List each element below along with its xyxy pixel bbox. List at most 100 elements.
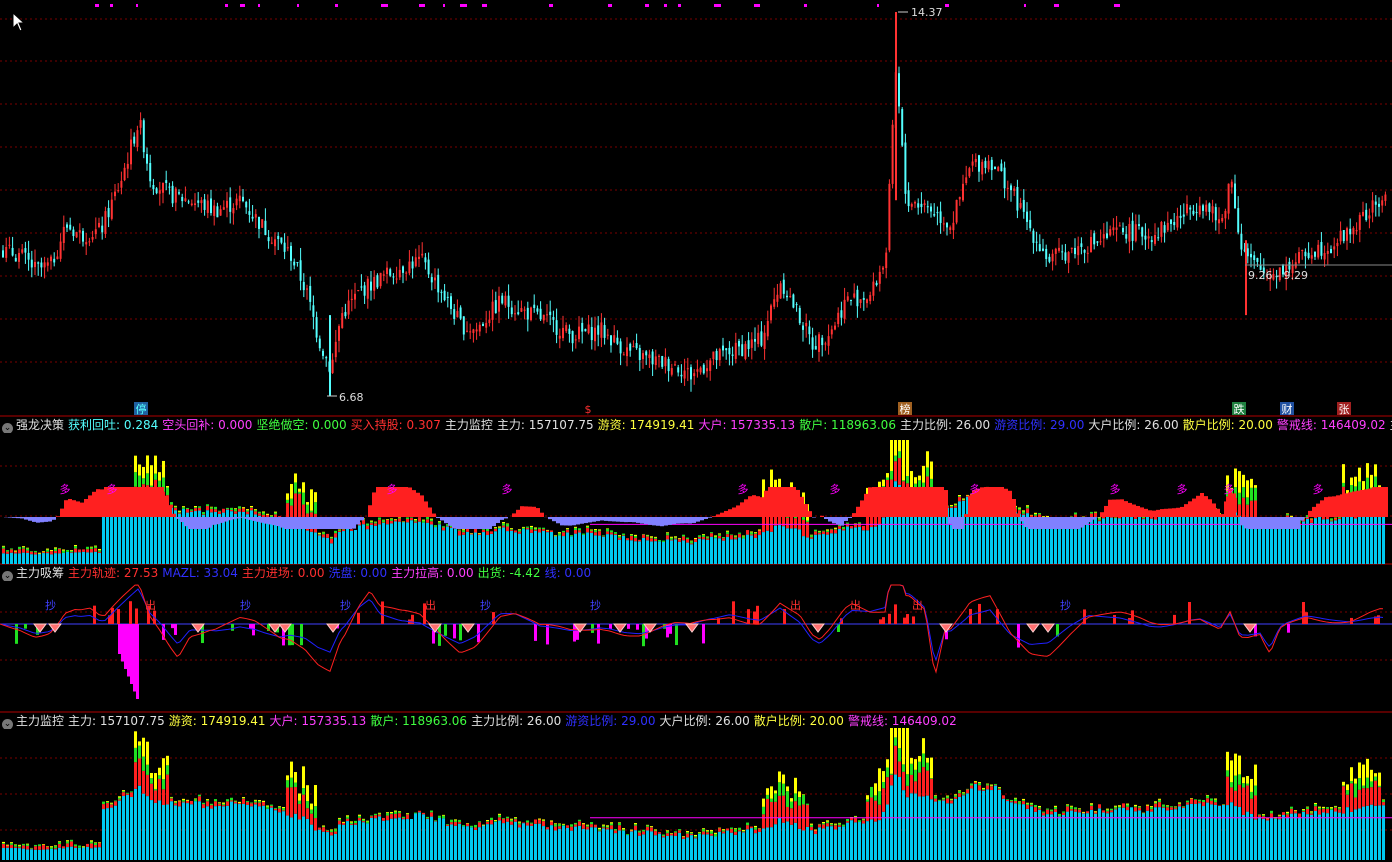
volume-bar: [638, 830, 641, 833]
volume-bar: [74, 847, 77, 860]
volume-bar: [890, 774, 893, 786]
volume-bar: [394, 519, 397, 520]
trend-bar: [1152, 510, 1156, 517]
candle-body: [405, 272, 408, 274]
volume-bar: [682, 540, 685, 564]
volume-bar: [54, 550, 57, 554]
trend-bar: [84, 499, 88, 517]
candle-body: [827, 336, 830, 346]
volume-bar: [902, 764, 905, 772]
volume-bar: [394, 813, 397, 819]
volume-bar: [1190, 798, 1193, 804]
volume-bar: [1246, 497, 1249, 505]
trend-bar: [836, 517, 840, 525]
oscillator-bar: [597, 624, 600, 644]
volume-bar: [558, 535, 561, 564]
volume-bar: [1202, 800, 1205, 803]
trend-bar: [344, 517, 348, 529]
volume-bar: [698, 536, 701, 539]
volume-bar: [694, 834, 697, 836]
panel3-item: 游资比例: 29.00: [565, 714, 656, 728]
volume-bar: [954, 796, 957, 799]
volume-bar: [330, 829, 333, 831]
volume-bar: [1338, 519, 1341, 564]
volume-bar: [346, 815, 349, 817]
volume-bar: [82, 551, 85, 564]
candle-body: [571, 331, 574, 344]
volume-bar: [378, 812, 381, 814]
volume-bar: [182, 802, 185, 860]
volume-bar: [1138, 806, 1141, 807]
panel1-item: 空头回补: 0.000: [162, 418, 253, 432]
collapse-icon[interactable]: ⌄: [2, 719, 13, 729]
volume-bar: [646, 825, 649, 827]
volume-bar: [1242, 474, 1245, 488]
volume-bar: [526, 825, 529, 860]
volume-bar: [1166, 805, 1169, 808]
volume-bar: [906, 728, 909, 775]
candle-body: [830, 329, 833, 335]
volume-bar: [438, 818, 441, 860]
trend-bar: [620, 517, 624, 522]
volume-bar: [1278, 815, 1281, 817]
volume-bar: [566, 528, 569, 529]
volume-bar: [42, 844, 45, 845]
candle-body: [136, 130, 139, 147]
volume-bar: [14, 847, 17, 860]
volume-bar: [838, 528, 841, 564]
volume-bar: [1138, 807, 1141, 811]
volume-bar: [934, 795, 937, 796]
volume-bar: [710, 833, 713, 836]
candle-body: [1336, 242, 1339, 247]
volume-bar: [930, 778, 933, 779]
candle-body: [507, 295, 510, 307]
volume-bar: [1058, 816, 1061, 860]
candle-body: [482, 323, 484, 326]
trend-bar: [284, 517, 288, 529]
volume-bar: [1382, 805, 1385, 860]
volume-bar: [646, 830, 649, 860]
volume-bar: [1258, 817, 1261, 860]
volume-bar: [1138, 516, 1141, 564]
candle-body: [834, 325, 836, 330]
volume-bar: [938, 801, 941, 860]
trend-bar: [168, 505, 172, 517]
volume-bar: [274, 808, 277, 811]
volume-bar: [870, 819, 873, 860]
candle-body: [862, 298, 865, 300]
volume-bar: [838, 826, 841, 860]
volume-bar: [730, 534, 733, 536]
volume-bar: [526, 822, 529, 826]
volume-bar: [814, 830, 817, 835]
volume-bar: [230, 507, 233, 510]
volume-bar: [194, 801, 197, 860]
trend-bar: [1092, 517, 1096, 520]
collapse-icon[interactable]: ⌄: [2, 423, 13, 433]
volume-bar: [582, 533, 585, 535]
candle-body: [754, 339, 756, 342]
volume-bar: [390, 818, 393, 860]
volume-bar: [810, 534, 813, 536]
volume-bar: [462, 529, 465, 531]
volume-bar: [1346, 794, 1349, 808]
candle-body: [517, 312, 520, 315]
collapse-icon[interactable]: ⌄: [2, 571, 13, 581]
candle-body: [603, 325, 606, 338]
volume-bar: [74, 546, 77, 549]
volume-bar: [1066, 805, 1069, 807]
panel1-item: 坚绝做空: 0.000: [256, 418, 347, 432]
trend-bar: [992, 487, 996, 517]
volume-bar: [694, 838, 697, 860]
volume-bar: [458, 535, 461, 564]
volume-bar: [622, 535, 625, 536]
volume-bar: [958, 790, 961, 792]
volume-bar: [30, 551, 33, 555]
volume-bar: [650, 536, 653, 538]
volume-bar: [482, 824, 485, 826]
trend-bar: [600, 517, 604, 521]
volume-bar: [570, 824, 573, 827]
volume-bar: [494, 528, 497, 532]
candle-body: [616, 337, 619, 344]
volume-bar: [858, 822, 861, 860]
volume-bar: [94, 845, 97, 848]
